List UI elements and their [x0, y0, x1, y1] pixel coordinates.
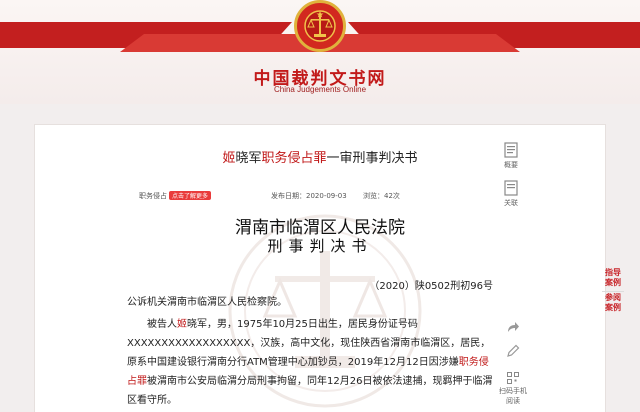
- view-count: 浏览：42次: [363, 192, 400, 200]
- site-banner: 中国裁判文书网 China Judgements Online: [0, 0, 640, 104]
- scan-qr-button[interactable]: 扫码手机阅读: [498, 372, 528, 406]
- title-crime: 职务侵占罪: [261, 151, 327, 166]
- defendant-detention: 被渭南市公安局临渭分局刑事拘留，同年12月26日被依法逮捕，现羁押于临渭区看守所…: [127, 376, 493, 406]
- title-name: 姬: [222, 151, 236, 166]
- share-button[interactable]: [502, 320, 524, 336]
- defendant-name: 姬: [177, 319, 187, 330]
- guide-case-link[interactable]: 指导案例: [602, 268, 624, 288]
- meta-label: 职务侵占: [139, 192, 167, 200]
- document-icon: [504, 142, 518, 158]
- summary-button[interactable]: 概要: [500, 142, 522, 170]
- edit-button[interactable]: [502, 344, 524, 360]
- paragraph-prosecutor: 公诉机关渭南市临渭区人民检察院。: [127, 293, 497, 312]
- title-mid: 晓军: [235, 151, 262, 166]
- scan-label: 扫码手机阅读: [499, 387, 527, 405]
- defendant-prefix: 被告人: [147, 319, 177, 330]
- divider: [602, 291, 624, 292]
- court-emblem-icon: [294, 0, 346, 52]
- document-kind: 刑事判决书: [267, 237, 373, 255]
- publish-date: 发布日期：2020-09-03: [271, 192, 347, 200]
- meta-category: 职务侵占 点击了解更多: [139, 191, 212, 201]
- case-number: （2020）陕0502刑初96号: [369, 281, 493, 292]
- learn-more-tag[interactable]: 点击了解更多: [169, 191, 212, 200]
- related-button[interactable]: 关联: [500, 180, 522, 208]
- qr-code-icon: [507, 372, 519, 384]
- paragraph-defendant: 被告人姬晓军，男，1975年10月25日出生，居民身份证号码XXXXXXXXXX…: [127, 315, 497, 410]
- share-arrow-icon: [508, 322, 519, 332]
- paragraph-text: 公诉机关渭南市临渭区人民检察院。: [127, 297, 287, 308]
- related-label: 关联: [504, 199, 518, 207]
- reference-case-link[interactable]: 参阅案例: [602, 293, 624, 313]
- site-subtitle: China Judgements Online: [273, 85, 367, 94]
- summary-label: 概要: [504, 161, 518, 169]
- title-end: 一审刑事判决书: [326, 151, 418, 166]
- pencil-icon: [507, 344, 520, 357]
- related-doc-icon: [504, 180, 518, 196]
